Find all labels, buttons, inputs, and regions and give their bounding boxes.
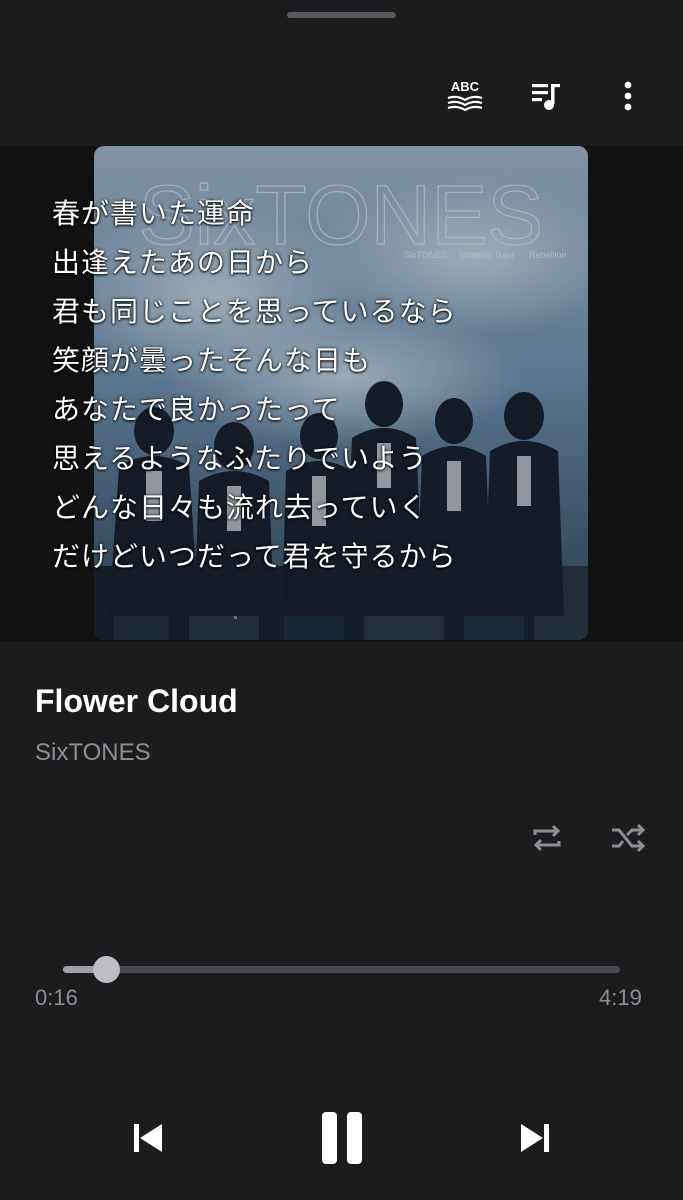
queue-icon[interactable] bbox=[524, 74, 568, 118]
shuffle-button[interactable] bbox=[605, 815, 651, 861]
lyric-line: どんな日々も流れ去っていく bbox=[52, 491, 428, 524]
lyric-line: 出逢えたあの日から bbox=[52, 246, 314, 279]
progress-thumb[interactable] bbox=[93, 956, 121, 983]
next-button[interactable] bbox=[507, 1110, 563, 1166]
repeat-icon bbox=[533, 824, 561, 852]
track-title: Flower Cloud bbox=[35, 683, 238, 719]
skip-previous-icon bbox=[134, 1124, 162, 1152]
repeat-button[interactable] bbox=[524, 815, 570, 861]
progress-bar[interactable] bbox=[63, 956, 620, 983]
previous-button[interactable] bbox=[120, 1110, 176, 1166]
lyrics-overlay[interactable]: 春が書いた運命 出逢えたあの日から 君も同じことを思っているなら 笑顔が曇ったそ… bbox=[52, 189, 652, 581]
track-artist[interactable]: SixTONES bbox=[35, 739, 151, 767]
pause-button[interactable] bbox=[308, 1100, 376, 1176]
lyric-line: あなたで良かったって bbox=[52, 393, 341, 426]
lyric-line: だけどいつだって君を守るから bbox=[52, 540, 457, 573]
pause-icon bbox=[322, 1112, 362, 1164]
lyric-line: 笑顔が曇ったそんな日も bbox=[52, 344, 372, 377]
more-vert-icon[interactable] bbox=[606, 74, 650, 118]
total-duration: 4:19 bbox=[599, 985, 642, 1010]
player-toolbar: ABC bbox=[0, 60, 683, 130]
lyric-line: 君も同じことを思っているなら bbox=[52, 295, 457, 328]
lyric-line: 思えるようなふたりでいよう bbox=[52, 442, 428, 475]
lyrics-translate-icon[interactable]: ABC bbox=[443, 74, 487, 118]
elapsed-time: 0:16 bbox=[35, 985, 78, 1010]
shuffle-icon bbox=[612, 823, 646, 853]
svg-text:ABC: ABC bbox=[451, 79, 480, 94]
lyric-line: 春が書いた運命 bbox=[52, 197, 256, 230]
skip-next-icon bbox=[521, 1124, 549, 1152]
sheet-drag-handle[interactable] bbox=[287, 12, 396, 18]
